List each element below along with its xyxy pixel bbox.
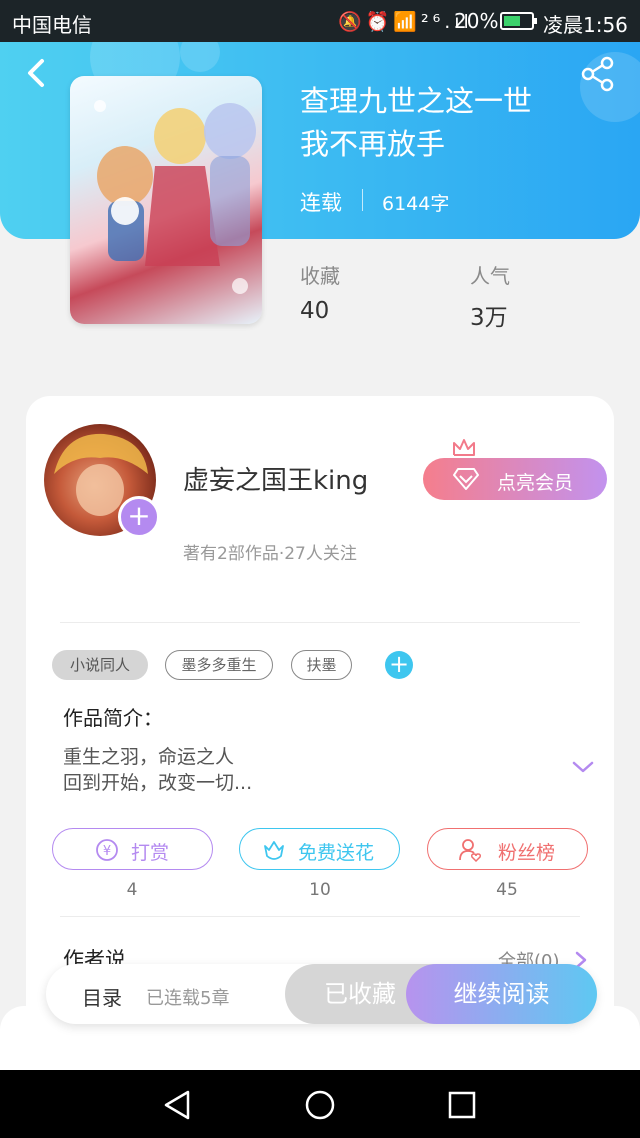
divider bbox=[60, 622, 580, 623]
coin-icon: ¥ bbox=[96, 839, 118, 861]
system-nav-bar bbox=[0, 1070, 640, 1138]
nav-recents-icon[interactable] bbox=[445, 1088, 479, 1122]
carrier-label: 中国电信 bbox=[12, 13, 92, 37]
expand-intro-button[interactable] bbox=[570, 756, 596, 778]
fan-ranking-label: 粉丝榜 bbox=[498, 842, 556, 864]
author-name[interactable]: 虚妄之国王king bbox=[183, 460, 368, 497]
battery-percent: 20% bbox=[454, 9, 499, 33]
send-flower-label: 免费送花 bbox=[298, 842, 375, 864]
book-cover-image bbox=[70, 76, 262, 324]
add-tag-button[interactable]: + bbox=[385, 651, 413, 679]
tip-button[interactable]: ¥ 打赏 bbox=[52, 828, 213, 870]
clock: 凌晨1:56 bbox=[543, 13, 628, 37]
favorites-count: 40 bbox=[300, 298, 330, 324]
popularity-count: 3万 bbox=[470, 305, 508, 331]
serial-status: 连载 bbox=[300, 191, 342, 215]
fan-count: 45 bbox=[496, 880, 518, 900]
send-flower-button[interactable]: 免费送花 bbox=[239, 828, 400, 870]
tip-count: 4 bbox=[126, 880, 138, 900]
intro-text-line: 回到开始，改变一切... bbox=[63, 772, 253, 794]
favorites-label: 收藏 bbox=[300, 264, 340, 288]
continue-reading-button[interactable]: 继续阅读 bbox=[406, 964, 597, 1024]
tag-item[interactable]: 小说同人 bbox=[52, 650, 148, 680]
tag-item[interactable]: 扶墨 bbox=[291, 650, 352, 680]
intro-title: 作品简介： bbox=[63, 706, 163, 730]
status-bar: 中国电信 🔕⏰📶²⁶.ıl 20% 凌晨1:56 bbox=[0, 0, 640, 42]
vip-button[interactable]: 点亮会员 bbox=[423, 458, 607, 500]
flower-count: 10 bbox=[309, 880, 331, 900]
follow-author-button[interactable]: + bbox=[118, 496, 160, 538]
popularity-label: 人气 bbox=[470, 264, 510, 288]
word-count: 6144字 bbox=[382, 193, 450, 215]
vip-button-label: 点亮会员 bbox=[497, 472, 574, 494]
diamond-icon bbox=[453, 468, 479, 490]
tip-label: 打赏 bbox=[131, 842, 170, 864]
chevron-down-icon bbox=[572, 761, 594, 773]
author-meta: 著有2部作品·27人关注 bbox=[183, 544, 357, 564]
back-button[interactable] bbox=[22, 56, 52, 90]
flower-icon bbox=[264, 841, 284, 860]
nav-home-icon[interactable] bbox=[303, 1088, 337, 1122]
battery-icon bbox=[500, 12, 537, 30]
divider bbox=[362, 189, 363, 211]
intro-text-line: 重生之羽，命运之人 bbox=[63, 746, 235, 768]
book-title: 查理九世之这一世 我不再放手 bbox=[300, 84, 533, 161]
serial-chapter-count: 已连载5章 bbox=[146, 988, 230, 1009]
nav-back-icon[interactable] bbox=[160, 1088, 194, 1122]
crown-icon bbox=[453, 439, 475, 456]
table-of-contents-button[interactable]: 目录 bbox=[82, 982, 122, 1011]
chevron-left-icon bbox=[28, 59, 44, 87]
status-icons: 🔕⏰📶²⁶.ıl bbox=[338, 11, 473, 33]
tag-item[interactable]: 墨多多重生 bbox=[165, 650, 273, 680]
fan-ranking-button[interactable]: 粉丝榜 bbox=[427, 828, 588, 870]
svg-text:¥: ¥ bbox=[103, 844, 111, 859]
user-heart-icon bbox=[459, 839, 481, 862]
divider bbox=[60, 916, 580, 917]
